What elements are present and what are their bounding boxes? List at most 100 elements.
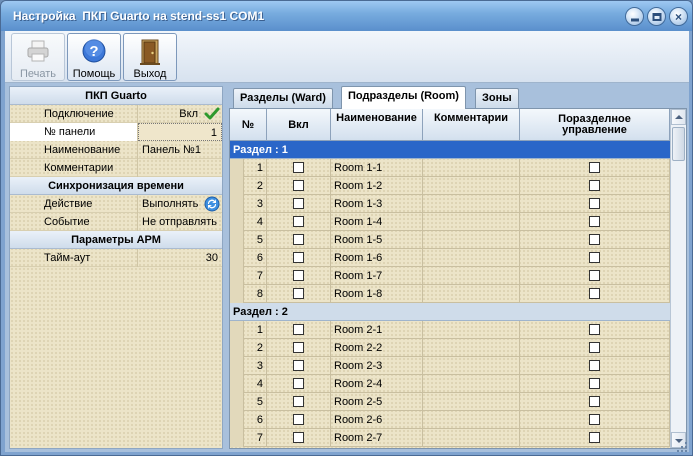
separate-control-checkbox[interactable] [589, 252, 600, 263]
property-row-comments[interactable]: Комментарии [10, 159, 222, 177]
room-name[interactable]: Room 1-3 [331, 195, 423, 213]
section-header[interactable]: Раздел : 2 [230, 303, 670, 321]
comments-cell[interactable] [423, 393, 520, 411]
room-name[interactable]: Room 1-2 [331, 177, 423, 195]
on-checkbox[interactable] [293, 234, 304, 245]
panel-no-field[interactable]: 1 [138, 123, 222, 141]
on-checkbox[interactable] [293, 162, 304, 173]
column-header-name[interactable]: Наименование [331, 109, 423, 141]
table-row[interactable]: 1 Room 1-1 [230, 159, 670, 177]
comments-cell[interactable] [423, 429, 520, 447]
comments-cell[interactable] [423, 177, 520, 195]
maximize-button[interactable] [647, 7, 666, 26]
comments-cell[interactable] [423, 213, 520, 231]
resize-grip-icon[interactable] [676, 441, 688, 453]
property-value[interactable]: Вкл [138, 105, 222, 123]
table-row[interactable]: 6 Room 2-6 [230, 411, 670, 429]
title-bar[interactable]: Настройка ПКП Guarto на stend-ss1 COM1 × [1, 1, 692, 31]
property-row-connection[interactable]: Подключение Вкл [10, 105, 222, 123]
property-row-action[interactable]: Действие Выполнять [10, 195, 222, 213]
section-header[interactable]: Раздел : 1 [230, 141, 670, 159]
comments-cell[interactable] [423, 231, 520, 249]
on-checkbox[interactable] [293, 432, 304, 443]
scroll-up-button[interactable] [671, 109, 686, 125]
comments-cell[interactable] [423, 249, 520, 267]
comments-cell[interactable] [423, 357, 520, 375]
on-checkbox[interactable] [293, 360, 304, 371]
on-checkbox[interactable] [293, 180, 304, 191]
comments-cell[interactable] [423, 321, 520, 339]
column-header-separate[interactable]: Поразделное управление [520, 109, 670, 141]
separate-control-checkbox[interactable] [589, 234, 600, 245]
tab-wards[interactable]: Разделы (Ward) [233, 88, 333, 108]
on-checkbox[interactable] [293, 252, 304, 263]
separate-control-checkbox[interactable] [589, 360, 600, 371]
room-name[interactable]: Room 2-4 [331, 375, 423, 393]
property-row-panel-no[interactable]: № панели 1 [10, 123, 222, 141]
separate-control-checkbox[interactable] [589, 414, 600, 425]
on-checkbox[interactable] [293, 270, 304, 281]
tab-rooms[interactable]: Подразделы (Room) [341, 86, 466, 109]
column-header-no[interactable]: № [230, 109, 267, 141]
column-header-on[interactable]: Вкл [267, 109, 331, 141]
column-header-comments[interactable]: Комментарии [423, 109, 520, 141]
on-checkbox[interactable] [293, 414, 304, 425]
comments-cell[interactable] [423, 267, 520, 285]
room-name[interactable]: Room 1-5 [331, 231, 423, 249]
property-row-name[interactable]: Наименование Панель №1 [10, 141, 222, 159]
room-name[interactable]: Room 1-4 [331, 213, 423, 231]
on-checkbox[interactable] [293, 396, 304, 407]
table-row[interactable]: 2 Room 2-2 [230, 339, 670, 357]
room-name[interactable]: Room 2-2 [331, 339, 423, 357]
table-row[interactable]: 5 Room 2-5 [230, 393, 670, 411]
comments-cell[interactable] [423, 411, 520, 429]
room-name[interactable]: Room 1-7 [331, 267, 423, 285]
event-value[interactable]: Не отправлять [138, 213, 222, 231]
table-row[interactable]: 4 Room 1-4 [230, 213, 670, 231]
comments-cell[interactable] [423, 375, 520, 393]
separate-control-checkbox[interactable] [589, 378, 600, 389]
room-name[interactable]: Room 2-5 [331, 393, 423, 411]
separate-control-checkbox[interactable] [589, 180, 600, 191]
room-name[interactable]: Room 2-3 [331, 357, 423, 375]
comments-cell[interactable] [423, 195, 520, 213]
table-row[interactable]: 5 Room 1-5 [230, 231, 670, 249]
on-checkbox[interactable] [293, 378, 304, 389]
separate-control-checkbox[interactable] [589, 432, 600, 443]
separate-control-checkbox[interactable] [589, 342, 600, 353]
comments-value[interactable] [138, 159, 222, 177]
on-checkbox[interactable] [293, 324, 304, 335]
room-name[interactable]: Room 2-6 [331, 411, 423, 429]
comments-cell[interactable] [423, 159, 520, 177]
table-row[interactable]: 4 Room 2-4 [230, 375, 670, 393]
table-row[interactable]: 7 Room 1-7 [230, 267, 670, 285]
room-name[interactable]: Room 1-1 [331, 159, 423, 177]
room-name[interactable]: Room 2-7 [331, 429, 423, 447]
property-row-timeout[interactable]: Тайм-аут 30 [10, 249, 222, 267]
table-row[interactable]: 2 Room 1-2 [230, 177, 670, 195]
on-checkbox[interactable] [293, 288, 304, 299]
room-name[interactable]: Room 2-1 [331, 321, 423, 339]
vertical-scrollbar[interactable] [670, 109, 686, 448]
tab-zones[interactable]: Зоны [475, 88, 519, 108]
separate-control-checkbox[interactable] [589, 270, 600, 281]
property-row-event[interactable]: Событие Не отправлять [10, 213, 222, 231]
separate-control-checkbox[interactable] [589, 198, 600, 209]
name-value[interactable]: Панель №1 [138, 141, 222, 159]
on-checkbox[interactable] [293, 216, 304, 227]
table-row[interactable]: 3 Room 1-3 [230, 195, 670, 213]
on-checkbox[interactable] [293, 198, 304, 209]
scroll-thumb[interactable] [672, 127, 685, 161]
room-name[interactable]: Room 1-6 [331, 249, 423, 267]
table-row[interactable]: 1 Room 2-1 [230, 321, 670, 339]
separate-control-checkbox[interactable] [589, 288, 600, 299]
separate-control-checkbox[interactable] [589, 396, 600, 407]
comments-cell[interactable] [423, 285, 520, 303]
exit-button[interactable]: Выход [123, 33, 177, 81]
print-button[interactable]: Печать [11, 33, 65, 81]
table-row[interactable]: 7 Room 2-7 [230, 429, 670, 447]
table-row[interactable]: 6 Room 1-6 [230, 249, 670, 267]
timeout-value[interactable]: 30 [138, 249, 222, 267]
separate-control-checkbox[interactable] [589, 324, 600, 335]
close-button[interactable]: × [669, 7, 688, 26]
